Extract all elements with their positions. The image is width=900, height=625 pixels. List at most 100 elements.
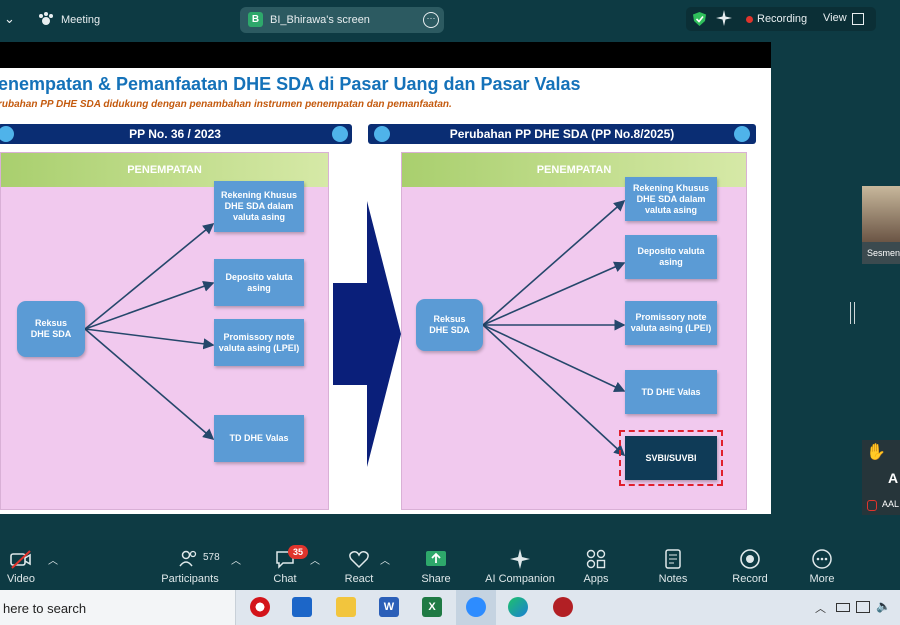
recording-dot-icon bbox=[746, 16, 753, 23]
video-options-caret-icon[interactable]: ︿ bbox=[48, 552, 58, 567]
taskbar-search[interactable]: here to search bbox=[0, 590, 236, 625]
shield-icon[interactable] bbox=[692, 11, 707, 32]
network-icon[interactable] bbox=[856, 601, 870, 613]
edge-icon[interactable] bbox=[508, 597, 528, 617]
chevron-right-icon bbox=[374, 126, 390, 142]
right-panel: PENEMPATAN Reksus DHE SDA Rekening Khusu… bbox=[401, 152, 747, 510]
ai-companion-label: AI Companion bbox=[485, 573, 555, 585]
chevron-left-icon bbox=[734, 126, 750, 142]
meeting-icon[interactable] bbox=[38, 12, 54, 33]
mail-icon[interactable] bbox=[292, 597, 312, 617]
target-node: TD DHE Valas bbox=[625, 370, 717, 414]
target-node: Promissory note valuta asing (LPEI) bbox=[625, 301, 717, 345]
react-button[interactable]: React bbox=[340, 540, 378, 590]
chevron-left-icon bbox=[332, 126, 348, 142]
left-panel: PENEMPATAN Reksus DHE SDA Rekening Khusu… bbox=[0, 152, 329, 510]
participant-name: AAL bbox=[882, 499, 900, 509]
ai-sparkle-icon bbox=[510, 549, 530, 569]
source-node-reksus: Reksus DHE SDA bbox=[416, 299, 483, 351]
participants-count: 578 bbox=[203, 552, 220, 563]
apps-label: Apps bbox=[583, 573, 609, 585]
excel-icon[interactable]: X bbox=[422, 597, 442, 617]
chat-options-caret-icon[interactable]: ︿ bbox=[310, 552, 320, 567]
right-banner: Perubahan PP DHE SDA (PP No.8/2025) bbox=[368, 124, 756, 144]
slide-subtitle: rubahan PP DHE SDA didukung dengan penam… bbox=[0, 99, 452, 110]
share-screen-icon bbox=[426, 551, 446, 566]
shared-screen: enempatan & Pemanfaatan DHE SDA di Pasar… bbox=[0, 42, 771, 514]
resize-handle[interactable] bbox=[850, 302, 855, 324]
app-icon[interactable] bbox=[553, 597, 573, 617]
target-node: Rekening Khusus DHE SDA dalam valuta asi… bbox=[214, 181, 304, 232]
meeting-toolbar: Video ︿ Participants 578 ︿ Chat ︿ React … bbox=[0, 540, 900, 590]
source-node-reksus: Reksus DHE SDA bbox=[17, 301, 85, 357]
battery-icon[interactable] bbox=[836, 603, 850, 612]
chevron-down-icon[interactable]: ⌄ bbox=[4, 11, 15, 27]
participants-button[interactable]: Participants bbox=[160, 540, 220, 590]
notes-label: Notes bbox=[658, 573, 688, 585]
video-off-icon bbox=[10, 550, 31, 569]
participant-video-tile[interactable]: ✋ A AAL bbox=[862, 440, 900, 515]
taskbar-search-text: here to search bbox=[3, 601, 87, 616]
react-options-caret-icon[interactable]: ︿ bbox=[380, 552, 390, 567]
transition-arrow-icon bbox=[333, 201, 401, 467]
target-node: Deposito valuta asing bbox=[625, 235, 717, 279]
right-banner-label: Perubahan PP DHE SDA (PP No.8/2025) bbox=[449, 127, 675, 141]
share-label: Share bbox=[421, 573, 451, 585]
zoom-icon[interactable] bbox=[466, 597, 486, 617]
video-feed bbox=[862, 186, 900, 242]
apps-icon bbox=[586, 549, 606, 569]
participant-video-tile[interactable]: Sesmen bbox=[862, 186, 900, 264]
more-button[interactable]: More bbox=[803, 540, 841, 590]
target-node: Rekening Khusus DHE SDA dalam valuta asi… bbox=[625, 177, 717, 221]
participant-initial: A bbox=[888, 470, 899, 486]
view-grid-icon[interactable] bbox=[852, 13, 864, 25]
share-button[interactable]: Share bbox=[416, 540, 456, 590]
record-label: Record bbox=[732, 573, 768, 585]
share-label: BI_Bhirawa's screen bbox=[270, 14, 370, 26]
screen-share-indicator[interactable]: B BI_Bhirawa's screen ··· bbox=[240, 7, 444, 33]
view-button[interactable]: View bbox=[823, 12, 847, 24]
muted-mic-icon bbox=[867, 500, 877, 511]
file-explorer-icon[interactable] bbox=[336, 597, 356, 617]
chat-label: Chat bbox=[273, 573, 297, 585]
raised-hand-icon: ✋ bbox=[866, 444, 886, 461]
new-target-node: SVBI/SUVBI bbox=[619, 430, 723, 486]
presentation-slide: enempatan & Pemanfaatan DHE SDA di Pasar… bbox=[0, 68, 771, 514]
participants-icon bbox=[179, 550, 197, 567]
video-label: Video bbox=[7, 573, 35, 585]
apps-button[interactable]: Apps bbox=[578, 540, 614, 590]
more-icon bbox=[812, 549, 832, 569]
participant-name: Sesmen bbox=[867, 248, 900, 258]
slide-title: enempatan & Pemanfaatan DHE SDA di Pasar… bbox=[0, 74, 581, 94]
target-node: TD DHE Valas bbox=[214, 415, 304, 462]
record-button[interactable]: Record bbox=[730, 540, 770, 590]
notes-icon bbox=[665, 549, 681, 569]
share-avatar: B bbox=[248, 12, 263, 27]
react-label: React bbox=[344, 573, 374, 585]
heart-icon bbox=[349, 551, 369, 569]
participants-options-caret-icon[interactable]: ︿ bbox=[231, 552, 241, 567]
recording-controls: Recording View bbox=[686, 7, 876, 31]
recording-label[interactable]: Recording bbox=[757, 13, 807, 25]
notes-button[interactable]: Notes bbox=[654, 540, 692, 590]
left-banner: PP No. 36 / 2023 bbox=[0, 124, 352, 144]
sparkle-icon[interactable] bbox=[716, 10, 732, 31]
os-taskbar: here to search W X ︿ 🔈 bbox=[0, 590, 900, 625]
volume-icon[interactable]: 🔈 bbox=[876, 599, 891, 613]
video-button[interactable]: Video bbox=[2, 540, 40, 590]
record-icon bbox=[740, 549, 760, 569]
left-banner-label: PP No. 36 / 2023 bbox=[129, 127, 221, 141]
word-icon[interactable]: W bbox=[379, 597, 399, 617]
ai-companion-button[interactable]: AI Companion bbox=[484, 540, 556, 590]
opera-icon[interactable] bbox=[250, 597, 270, 617]
meeting-label[interactable]: Meeting bbox=[61, 14, 100, 26]
chat-unread-badge: 35 bbox=[288, 545, 308, 559]
chevron-up-icon[interactable]: ︿ bbox=[815, 600, 826, 616]
target-node: Deposito valuta asing bbox=[214, 259, 304, 306]
more-label: More bbox=[809, 573, 835, 585]
meeting-top-bar: ⌄ Meeting B BI_Bhirawa's screen ··· Reco… bbox=[0, 0, 900, 40]
chevron-right-icon bbox=[0, 126, 14, 142]
target-node: Promissory note valuta asing (LPEI) bbox=[214, 319, 304, 366]
participants-label: Participants bbox=[161, 573, 219, 585]
more-options-icon[interactable]: ··· bbox=[423, 12, 439, 28]
